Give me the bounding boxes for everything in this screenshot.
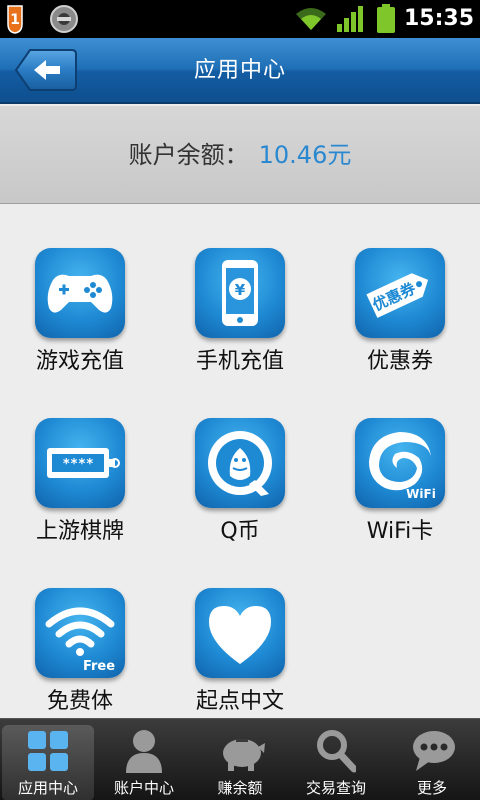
person-icon — [126, 730, 162, 773]
grid-icon — [28, 731, 68, 771]
tab-label: 赚余额 — [217, 779, 263, 797]
yen-symbol: ¥ — [235, 281, 246, 299]
app-label: 起点中文 — [195, 689, 284, 714]
qq-penguin-icon — [195, 418, 285, 508]
battery-icon — [376, 4, 396, 38]
app-tile-q-coin[interactable]: Q币 — [160, 375, 320, 544]
magnifier-icon — [317, 730, 356, 773]
clock-time: 15:35 — [403, 6, 474, 31]
balance-label: 账户余额： — [128, 141, 249, 169]
balance-value: 10.46元 — [258, 141, 352, 169]
circle-app-icon — [48, 4, 80, 38]
coupon-tag-icon: 优惠券 — [355, 248, 445, 338]
status-bar: 1 15:35 — [0, 0, 480, 38]
balance-row: 账户余额： 10.46元 — [0, 106, 480, 204]
tab-earn-balance[interactable]: 赚余额 — [192, 719, 288, 800]
tab-transaction-query[interactable]: 交易查询 — [288, 719, 384, 800]
signal-icon — [336, 6, 364, 36]
wifi-logo-text: WiFi — [406, 487, 436, 501]
app-tile-qidian[interactable]: 起点中文 — [160, 545, 320, 714]
card-mask-text: **** — [62, 457, 93, 472]
app-tile-free-wifi[interactable]: Free 免费体 — [0, 545, 160, 714]
app-label: 游戏充值 — [35, 349, 124, 374]
app-tile-game-recharge[interactable]: 游戏充值 — [0, 205, 160, 374]
bottom-tab-bar: 应用中心 账户中心 赚余额 交易查询 更多 — [0, 718, 480, 800]
tab-account-center[interactable]: 账户中心 — [96, 719, 192, 800]
card-password-icon: **** — [35, 418, 125, 508]
piggy-bank-icon — [223, 739, 265, 771]
app-tile-card-game[interactable]: **** 上游棋牌 — [0, 375, 160, 544]
app-tile-coupon[interactable]: 优惠券 优惠券 — [320, 205, 480, 374]
balance-panel: 账户余额： 10.46元 — [0, 106, 480, 204]
wifi-free-icon: Free — [35, 588, 125, 678]
header-bar: 应用中心 — [0, 38, 480, 104]
tab-more[interactable]: 更多 — [384, 719, 480, 800]
app-tile-phone-recharge[interactable]: ¥ 手机充值 — [160, 205, 320, 374]
app-tile-wifi-card[interactable]: WiFi WiFi卡 — [320, 375, 480, 544]
tab-app-center[interactable]: 应用中心 — [2, 725, 94, 800]
tab-label: 更多 — [416, 779, 447, 797]
tab-label: 应用中心 — [17, 779, 78, 797]
chat-dots-icon — [413, 731, 455, 771]
heart-icon — [195, 588, 285, 678]
phone-yen-icon: ¥ — [195, 248, 285, 338]
app-label: WiFi卡 — [366, 519, 434, 544]
app-label: Q币 — [220, 519, 260, 544]
notification-count: 1 — [10, 12, 20, 28]
wifi-icon — [294, 6, 328, 36]
app-label: 免费体 — [46, 689, 113, 714]
app-label: 优惠券 — [366, 349, 433, 374]
app-label: 手机充值 — [195, 349, 284, 374]
app-label: 上游棋牌 — [35, 519, 124, 544]
tab-label: 账户中心 — [113, 779, 174, 797]
app-grid: 游戏充值 ¥ 手机充值 优惠券 优惠券 **** 上游棋牌 Q币 WiFi Wi… — [0, 205, 480, 718]
gamepad-icon — [35, 248, 125, 338]
free-text: Free — [83, 659, 115, 674]
page-title: 应用中心 — [193, 58, 286, 83]
notification-badge-icon[interactable]: 1 — [4, 4, 42, 34]
tab-label: 交易查询 — [305, 779, 366, 797]
wifi-swirl-icon: WiFi — [355, 418, 445, 508]
